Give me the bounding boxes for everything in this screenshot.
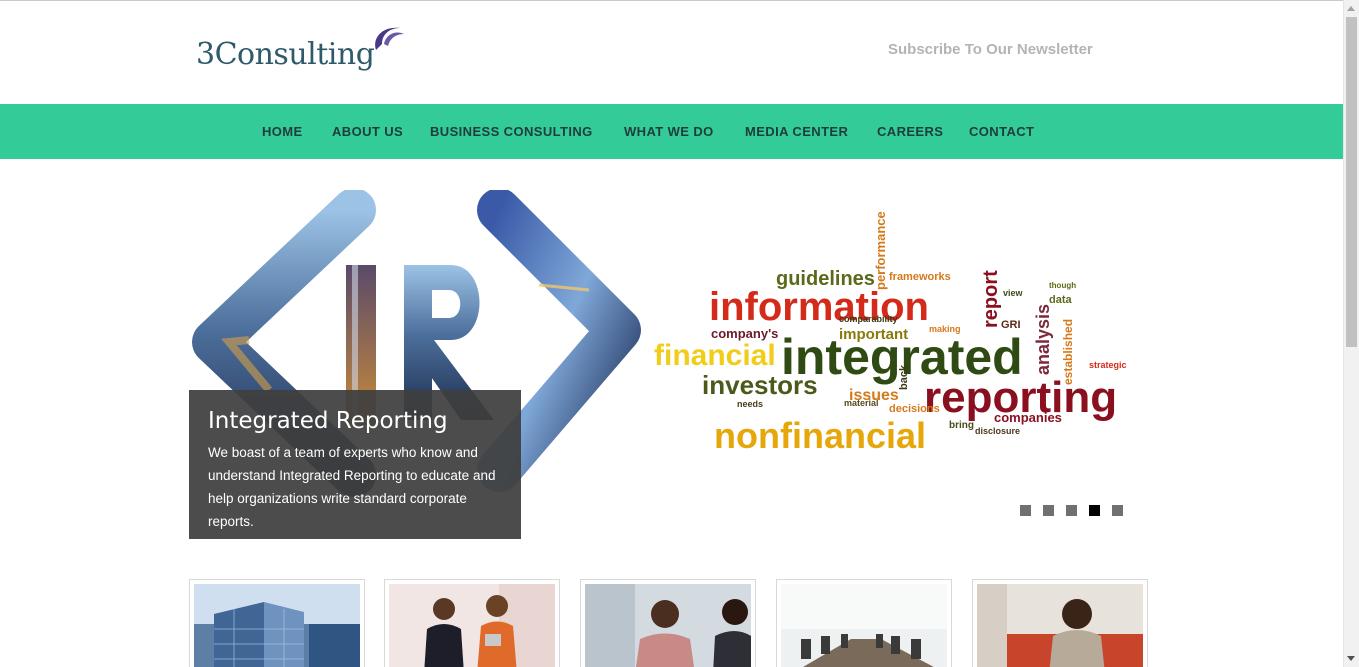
svg-text:needs: needs — [737, 399, 763, 409]
hero-slider[interactable]: information integrated reporting financi… — [189, 190, 1139, 540]
scrollbar-thumb[interactable] — [1346, 17, 1357, 347]
svg-text:important: important — [839, 326, 908, 343]
svg-text:bring: bring — [949, 420, 974, 431]
top-border — [0, 0, 1343, 1]
svg-text:company's: company's — [711, 326, 778, 341]
nav-home[interactable]: HOME — [262, 104, 303, 159]
svg-text:companies: companies — [994, 410, 1062, 425]
slider-dot-5[interactable] — [1112, 505, 1123, 516]
nav-business-consulting[interactable]: BUSINESS CONSULTING — [430, 104, 593, 159]
svg-text:material: material — [844, 398, 879, 408]
svg-text:strategic: strategic — [1089, 360, 1127, 370]
svg-text:though: though — [1049, 281, 1076, 290]
newsletter-subscribe-link[interactable]: Subscribe To Our Newsletter — [888, 41, 1093, 58]
thumbnail-buildings[interactable] — [189, 579, 365, 667]
thumbnail-meeting-men[interactable] — [580, 579, 756, 667]
slide-caption-title: Integrated Reporting — [208, 408, 448, 434]
svg-text:decisions: decisions — [889, 403, 940, 415]
meeting-men-image — [585, 584, 751, 667]
svg-text:view: view — [1003, 288, 1024, 298]
slider-dot-2[interactable] — [1043, 505, 1054, 516]
thumbnail-business-woman[interactable] — [972, 579, 1148, 667]
svg-text:comparability: comparability — [839, 314, 898, 324]
slide-caption: Integrated Reporting We boast of a team … — [189, 390, 521, 539]
nav-contact[interactable]: CONTACT — [969, 104, 1034, 159]
logo-text: 3Consulting — [196, 37, 375, 72]
nav-careers[interactable]: CAREERS — [877, 104, 943, 159]
svg-text:established: established — [1061, 319, 1075, 385]
logo[interactable]: 3Consulting — [196, 24, 426, 80]
svg-text:GRI: GRI — [1001, 319, 1021, 331]
svg-text:nonfinancial: nonfinancial — [714, 415, 926, 456]
business-women-image — [389, 584, 555, 667]
svg-text:financial: financial — [654, 339, 776, 372]
buildings-image — [194, 584, 360, 667]
slider-dot-3[interactable] — [1066, 505, 1077, 516]
main-nav: HOME ABOUT US BUSINESS CONSULTING WHAT W… — [0, 104, 1343, 159]
svg-text:report: report — [980, 270, 1002, 328]
svg-text:guidelines: guidelines — [776, 268, 875, 290]
nav-about-us[interactable]: ABOUT US — [332, 104, 403, 159]
logo-swoosh-icon — [375, 27, 404, 50]
thumbnail-business-women[interactable] — [384, 579, 560, 667]
nav-media-center[interactable]: MEDIA CENTER — [745, 104, 848, 159]
svg-text:back: back — [898, 364, 910, 390]
svg-text:performance: performance — [873, 211, 888, 290]
boardroom-image — [781, 584, 947, 667]
svg-text:investors: investors — [702, 370, 818, 400]
vertical-scrollbar[interactable] — [1343, 0, 1359, 667]
scroll-up-arrow-icon[interactable] — [1347, 6, 1355, 11]
slider-dot-1[interactable] — [1020, 505, 1031, 516]
slide-caption-text: We boast of a team of experts who know a… — [208, 445, 496, 529]
svg-text:disclosure: disclosure — [975, 426, 1020, 436]
slider-dot-4[interactable] — [1089, 505, 1100, 516]
svg-text:frameworks: frameworks — [889, 271, 951, 283]
svg-text:analysis: analysis — [1033, 304, 1053, 375]
word-cloud: information integrated reporting financi… — [654, 211, 1127, 456]
business-woman-image — [977, 584, 1143, 667]
scroll-down-arrow-icon[interactable] — [1347, 656, 1355, 661]
nav-what-we-do[interactable]: WHAT WE DO — [624, 104, 714, 159]
thumbnail-boardroom[interactable] — [776, 579, 952, 667]
svg-text:making: making — [929, 324, 961, 334]
